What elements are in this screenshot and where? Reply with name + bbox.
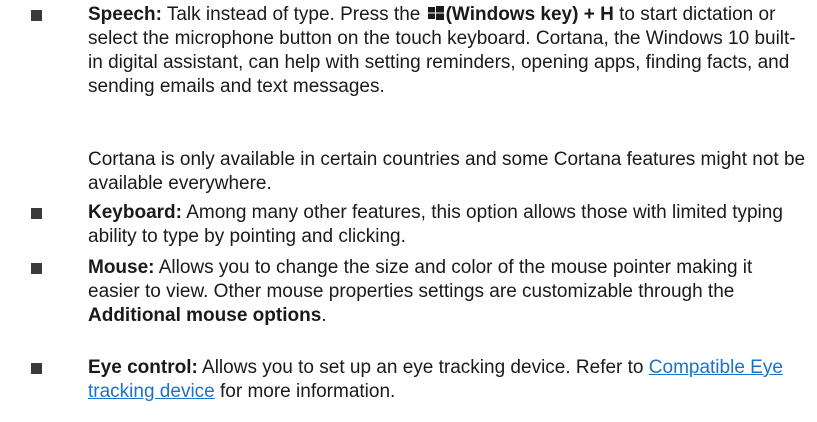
item-term: Eye control: xyxy=(88,357,198,378)
item-term: Mouse: xyxy=(88,257,155,278)
item-text: Speech: Talk instead of type. Press the … xyxy=(88,3,808,99)
bullet-square-icon xyxy=(31,208,42,219)
item-body-end: . xyxy=(321,305,327,326)
item-note: Cortana is only available in certain cou… xyxy=(88,149,806,194)
additional-mouse-options-label: Additional mouse options xyxy=(88,305,322,326)
document-page: Speech: Talk instead of type. Press the … xyxy=(0,0,817,422)
windows-logo-icon xyxy=(427,6,444,21)
item-term: Keyboard: xyxy=(88,202,182,223)
keyboard-shortcut: (Windows key) + H xyxy=(445,4,614,25)
bullet-square-icon xyxy=(31,263,42,274)
item-text: Eye control: Allows you to set up an eye… xyxy=(88,356,808,404)
item-body-tail: for more information. xyxy=(214,381,396,402)
item-term: Speech: xyxy=(88,4,162,25)
item-body: Among many other features, this option a… xyxy=(88,202,783,247)
item-body-a: Talk instead of type. Press the xyxy=(161,4,426,25)
item-text: Mouse: Allows you to change the size and… xyxy=(88,256,808,328)
bullet-square-icon xyxy=(31,10,42,21)
item-body: Allows you to set up an eye tracking dev… xyxy=(197,357,649,378)
item-body: Allows you to change the size and color … xyxy=(88,257,753,302)
bullet-square-icon xyxy=(31,363,42,374)
item-text: Keyboard: Among many other features, thi… xyxy=(88,201,808,249)
